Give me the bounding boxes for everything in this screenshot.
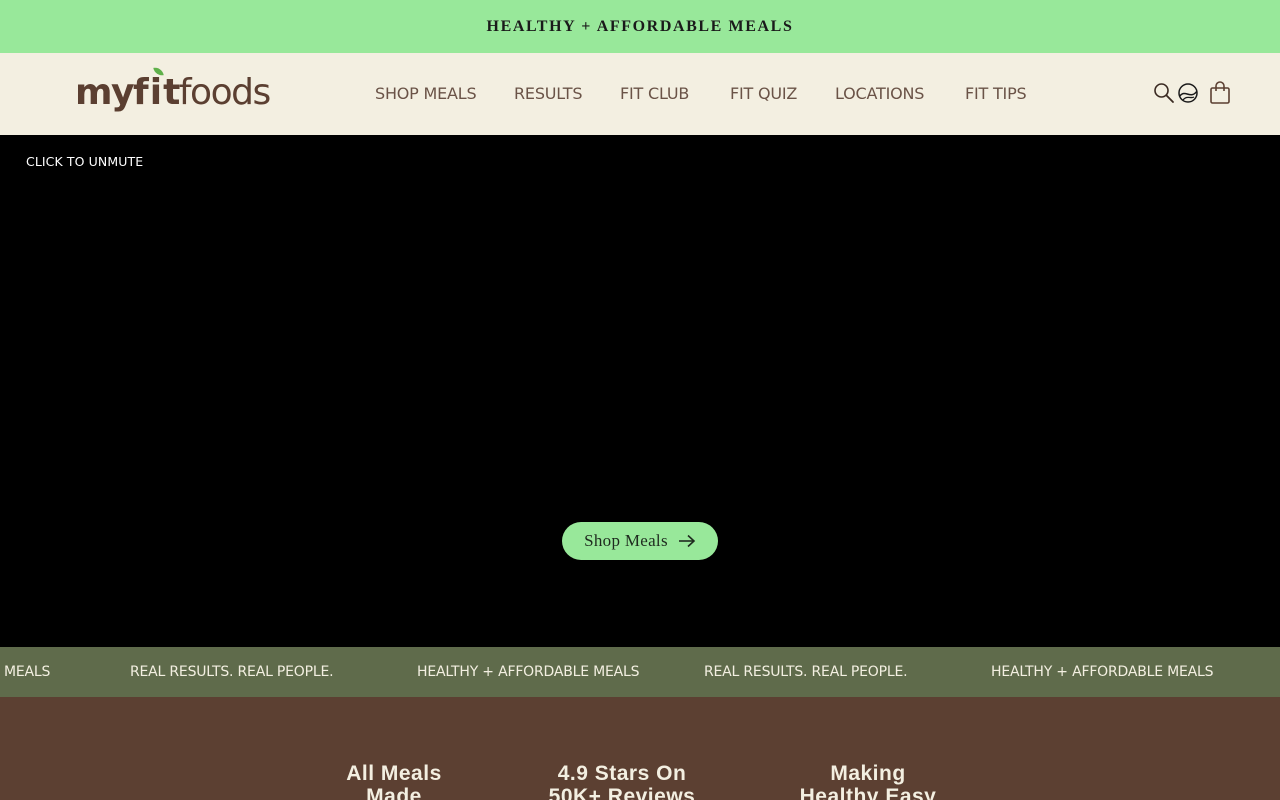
arrow-right-icon	[678, 534, 696, 548]
shop-meals-label: Shop Meals	[584, 531, 668, 550]
shop-meals-button[interactable]: Shop Meals	[562, 522, 718, 560]
feature-line: Making	[830, 762, 906, 785]
nav-fit-club[interactable]: FIT CLUB	[620, 84, 689, 103]
marquee-item: MEALS	[4, 664, 51, 680]
feature-line: Made	[366, 785, 422, 800]
marquee-banner: MEALS REAL RESULTS. REAL PEOPLE. HEALTHY…	[0, 647, 1280, 697]
marquee-item: REAL RESULTS. REAL PEOPLE.	[130, 664, 334, 680]
nav-shop-meals[interactable]: SHOP MEALS	[375, 84, 477, 103]
nav-results[interactable]: RESULTS	[514, 84, 583, 103]
feature-line: 4.9 Stars On	[557, 762, 687, 785]
logo-part-i: i	[147, 66, 164, 113]
logo-part-i-letter: i	[149, 72, 162, 113]
logo-part-foods: foods	[178, 72, 271, 113]
account-icon[interactable]	[1174, 77, 1202, 109]
feature-reviews: 4.9 Stars On 50K+ Reviews	[532, 762, 712, 800]
cart-icon[interactable]	[1206, 77, 1234, 109]
unmute-button[interactable]: CLICK TO UNMUTE	[26, 154, 143, 169]
feature-line: Healthy Easy	[799, 785, 937, 800]
marquee-item: HEALTHY + AFFORDABLE MEALS	[991, 664, 1214, 680]
nav-fit-quiz[interactable]: FIT QUIZ	[730, 84, 797, 103]
logo-part-my: my	[75, 72, 134, 113]
hero-video[interactable]: CLICK TO UNMUTE Shop Meals	[0, 135, 1280, 647]
announcement-text: HEALTHY + AFFORDABLE MEALS	[486, 17, 794, 35]
nav-fit-tips[interactable]: FIT TIPS	[965, 84, 1027, 103]
feature-line: All Meals	[346, 762, 442, 785]
features-section: All Meals Made 4.9 Stars On 50K+ Reviews…	[0, 697, 1280, 800]
site-header: my f i t foods SHOP MEALS RESULTS FIT CL…	[0, 53, 1280, 135]
marquee-item: REAL RESULTS. REAL PEOPLE.	[704, 664, 908, 680]
feature-line: 50K+ Reviews	[548, 785, 696, 800]
feature-all-meals: All Meals Made	[314, 762, 474, 800]
announcement-bar: HEALTHY + AFFORDABLE MEALS	[0, 0, 1280, 53]
marquee-item: HEALTHY + AFFORDABLE MEALS	[417, 664, 640, 680]
logo[interactable]: my f i t foods	[75, 66, 271, 113]
logo-part-t: t	[163, 72, 180, 113]
logo-part-f: f	[132, 72, 149, 113]
nav-locations[interactable]: LOCATIONS	[835, 84, 924, 103]
feature-healthy-easy: Making Healthy Easy	[788, 762, 948, 800]
